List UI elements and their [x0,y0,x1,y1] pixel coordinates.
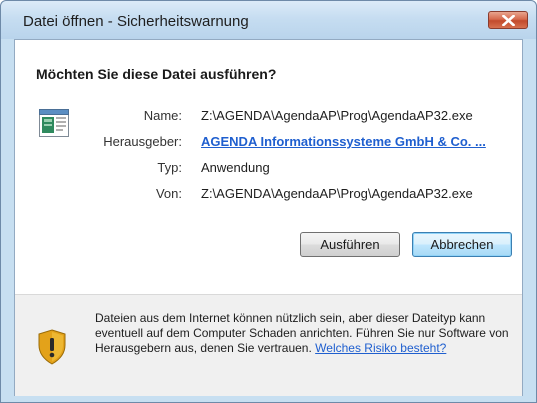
field-value: Z:\AGENDA\AgendaAP\Prog\AgendaAP32.exe [201,186,473,201]
window-title: Datei öffnen - Sicherheitswarnung [23,13,249,30]
warning-text: Dateien aus dem Internet können nützlich… [95,311,515,356]
security-warning-dialog: Datei öffnen - Sicherheitswarnung Möchte… [0,0,537,403]
field-label: Von: [155,186,182,201]
run-button[interactable]: Ausführen [300,232,400,257]
publisher-link[interactable]: AGENDA Informationssysteme GmbH & Co. ..… [201,134,486,149]
field-label: Typ: [157,160,182,175]
field-label: Herausgeber: [103,134,182,149]
field-from: Von: Z:\AGENDA\AgendaAP\Prog\AgendaAP32.… [15,186,524,206]
field-name: Name: Z:\AGENDA\AgendaAP\Prog\AgendaAP32… [15,108,524,128]
risk-link[interactable]: Welches Risiko besteht? [315,341,446,355]
field-label: Name: [143,108,182,123]
cancel-button[interactable]: Abbrechen [412,232,512,257]
warning-message: Dateien aus dem Internet können nützlich… [95,311,509,355]
field-publisher: Herausgeber: AGENDA Informationssysteme … [15,134,524,154]
field-value: Anwendung [201,160,270,175]
close-button[interactable] [488,11,528,29]
dialog-content: Möchten Sie diese Datei ausführen? Name:… [14,39,523,396]
close-icon [502,15,515,26]
field-type: Typ: Anwendung [15,160,524,180]
title-bar[interactable]: Datei öffnen - Sicherheitswarnung [1,1,536,39]
warning-footer: Dateien aus dem Internet können nützlich… [15,294,522,396]
dialog-heading: Möchten Sie diese Datei ausführen? [36,66,277,82]
field-value: Z:\AGENDA\AgendaAP\Prog\AgendaAP32.exe [201,108,473,123]
security-shield-icon [37,329,67,365]
